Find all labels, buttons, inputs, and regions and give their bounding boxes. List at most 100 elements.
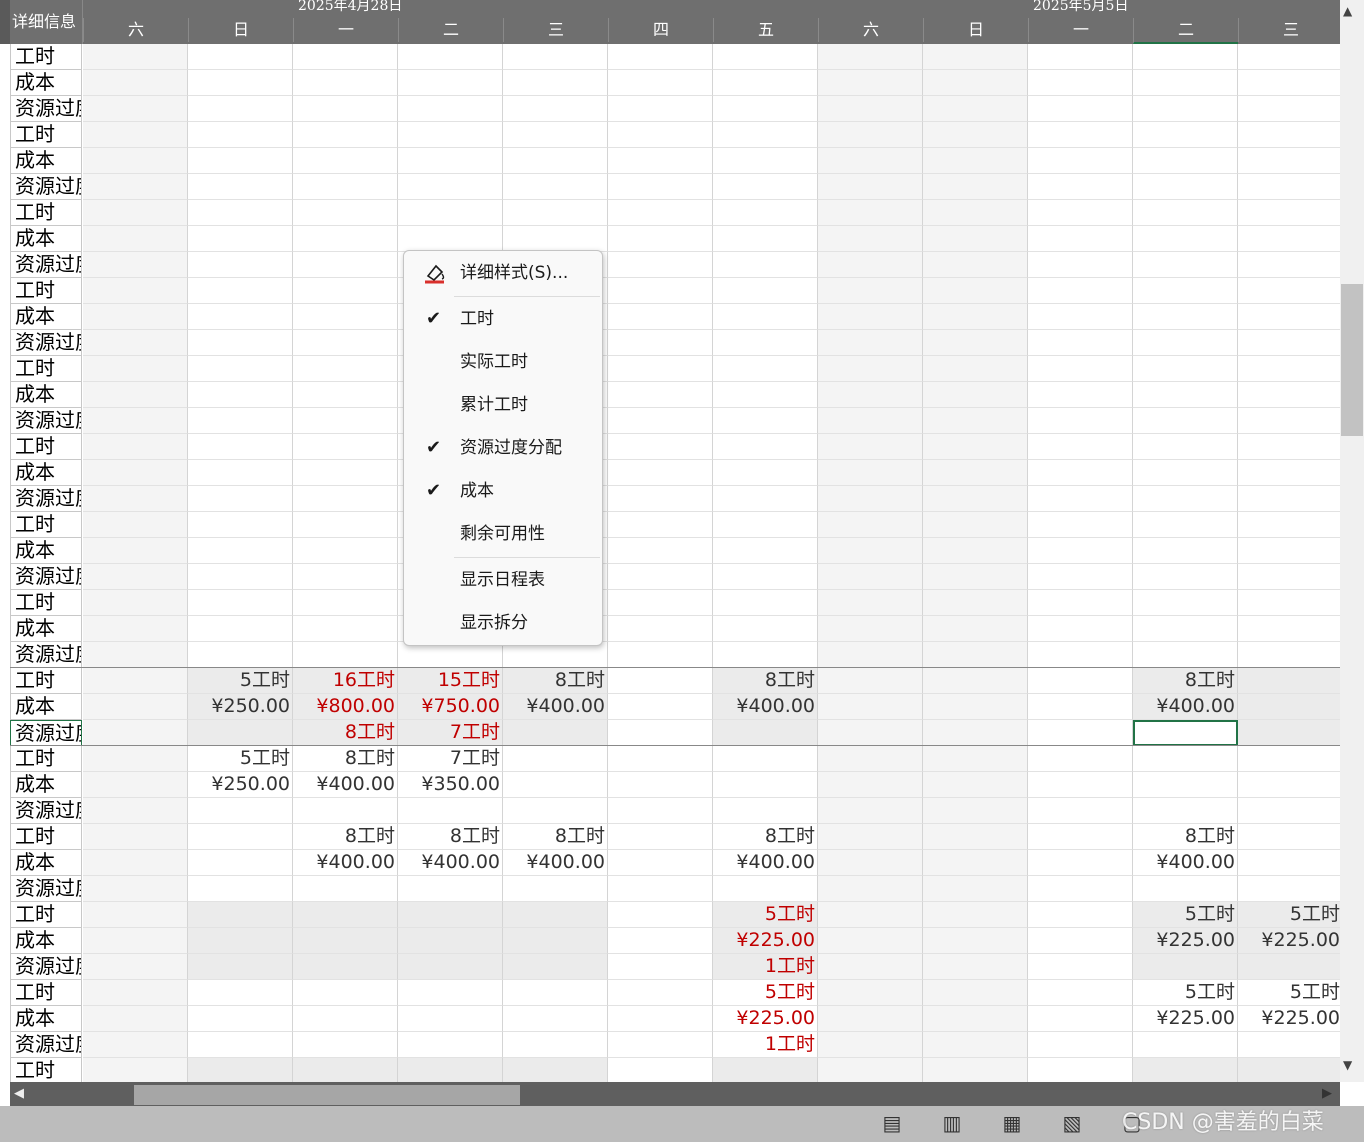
usage-cell[interactable] (818, 928, 923, 954)
usage-cell[interactable] (713, 720, 818, 746)
usage-cell[interactable] (923, 330, 1028, 356)
usage-cell[interactable]: 8工时 (713, 824, 818, 850)
usage-cell[interactable] (923, 122, 1028, 148)
usage-cell[interactable] (818, 980, 923, 1006)
usage-cell[interactable] (188, 122, 293, 148)
usage-cell[interactable] (83, 304, 188, 330)
usage-cell[interactable] (188, 980, 293, 1006)
gantt-view-icon[interactable]: ▤ (878, 1110, 906, 1136)
usage-cell[interactable] (608, 70, 713, 96)
usage-cell[interactable]: ¥225.00 (713, 1006, 818, 1032)
usage-cell[interactable] (1133, 642, 1238, 668)
usage-cell[interactable] (818, 356, 923, 382)
resource-sheet-icon[interactable]: ▧ (1058, 1110, 1086, 1136)
usage-cell[interactable] (188, 642, 293, 668)
usage-cell[interactable] (1133, 1032, 1238, 1058)
menu-item-show-split[interactable]: 显示拆分 (404, 603, 602, 643)
usage-cell[interactable] (608, 434, 713, 460)
usage-cell[interactable] (83, 486, 188, 512)
usage-cell[interactable] (293, 96, 398, 122)
usage-cell[interactable] (608, 746, 713, 772)
team-planner-icon[interactable]: ▦ (998, 1110, 1026, 1136)
usage-cell[interactable] (188, 382, 293, 408)
usage-cell[interactable] (293, 70, 398, 96)
usage-cell[interactable] (923, 356, 1028, 382)
usage-cell[interactable] (1238, 382, 1340, 408)
usage-cell[interactable] (83, 954, 188, 980)
usage-cell[interactable] (188, 356, 293, 382)
usage-cell[interactable] (293, 434, 398, 460)
usage-cell[interactable] (293, 174, 398, 200)
usage-cell[interactable] (1028, 434, 1133, 460)
usage-cell[interactable]: 8工时 (293, 824, 398, 850)
usage-cell[interactable] (923, 512, 1028, 538)
usage-cell[interactable] (293, 408, 398, 434)
usage-cell[interactable] (83, 824, 188, 850)
usage-cell[interactable] (1238, 590, 1340, 616)
usage-cell[interactable] (1028, 44, 1133, 70)
usage-cell[interactable] (1028, 928, 1133, 954)
usage-cell[interactable] (188, 304, 293, 330)
usage-cell[interactable] (293, 122, 398, 148)
usage-cell[interactable] (608, 304, 713, 330)
usage-cell[interactable] (1238, 122, 1340, 148)
usage-cell[interactable] (293, 252, 398, 278)
usage-cell[interactable] (293, 278, 398, 304)
usage-cell[interactable] (1133, 954, 1238, 980)
usage-cell[interactable] (1238, 148, 1340, 174)
usage-cell[interactable] (188, 70, 293, 96)
usage-cell[interactable] (83, 226, 188, 252)
usage-cell[interactable] (713, 538, 818, 564)
usage-cell[interactable] (1028, 382, 1133, 408)
usage-cell[interactable]: ¥225.00 (1238, 928, 1340, 954)
usage-cell[interactable] (1133, 252, 1238, 278)
usage-cell[interactable]: ¥400.00 (398, 850, 503, 876)
usage-cell[interactable] (1238, 772, 1340, 798)
usage-cell[interactable] (83, 694, 188, 720)
usage-cell[interactable] (608, 1032, 713, 1058)
usage-cell[interactable] (923, 772, 1028, 798)
usage-cell[interactable] (923, 278, 1028, 304)
usage-cell[interactable] (398, 44, 503, 70)
usage-cell[interactable] (1028, 564, 1133, 590)
usage-cell[interactable] (713, 304, 818, 330)
usage-cell[interactable] (608, 824, 713, 850)
usage-cell[interactable] (818, 824, 923, 850)
usage-cell[interactable] (923, 434, 1028, 460)
usage-cell[interactable]: ¥400.00 (503, 850, 608, 876)
usage-cell[interactable] (188, 538, 293, 564)
usage-cell[interactable] (608, 252, 713, 278)
usage-cell[interactable] (923, 174, 1028, 200)
usage-cell[interactable] (1238, 564, 1340, 590)
usage-cell[interactable] (818, 746, 923, 772)
usage-cell[interactable] (83, 1032, 188, 1058)
usage-cell[interactable] (83, 720, 188, 746)
usage-cell[interactable] (818, 590, 923, 616)
usage-cell[interactable] (923, 226, 1028, 252)
usage-cell[interactable] (503, 876, 608, 902)
usage-cell[interactable] (713, 798, 818, 824)
usage-cell[interactable] (293, 330, 398, 356)
usage-cell[interactable] (83, 96, 188, 122)
usage-cell[interactable]: 8工时 (503, 824, 608, 850)
usage-cell[interactable] (818, 148, 923, 174)
usage-cell[interactable] (1238, 278, 1340, 304)
usage-cell[interactable] (293, 928, 398, 954)
usage-cell[interactable] (608, 954, 713, 980)
usage-cell[interactable] (188, 512, 293, 538)
usage-cell[interactable] (1133, 174, 1238, 200)
usage-cell[interactable] (608, 590, 713, 616)
horizontal-scroll-thumb[interactable] (134, 1085, 520, 1105)
usage-cell[interactable] (818, 1058, 923, 1082)
usage-cell[interactable] (818, 330, 923, 356)
usage-cell[interactable] (608, 330, 713, 356)
usage-cell[interactable]: 7工时 (398, 746, 503, 772)
usage-cell[interactable] (188, 720, 293, 746)
usage-cell[interactable] (1028, 642, 1133, 668)
usage-cell[interactable] (503, 44, 608, 70)
menu-item-overallocation[interactable]: ✔ 资源过度分配 (404, 428, 602, 468)
usage-cell[interactable] (1133, 122, 1238, 148)
usage-cell[interactable] (503, 226, 608, 252)
usage-cell[interactable]: 5工时 (1133, 980, 1238, 1006)
usage-cell[interactable] (608, 200, 713, 226)
